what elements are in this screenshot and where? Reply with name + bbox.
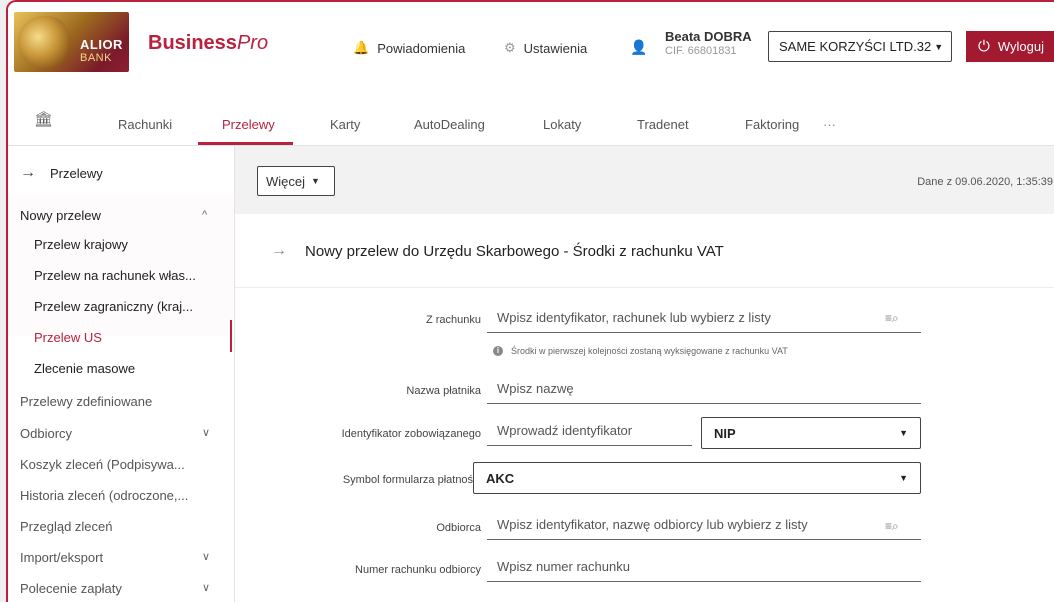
- chevron-down-icon[interactable]: ∨: [202, 426, 210, 439]
- sidebar-item-przelewy-zdefiniowane[interactable]: Przelewy zdefiniowane: [20, 394, 190, 409]
- payer-name-label: Nazwa płatnika: [406, 385, 481, 397]
- sidebar: → Przelewy Nowy przelew ^ Przelew krajow…: [8, 146, 235, 602]
- bell-icon: 🔔: [353, 40, 370, 55]
- user-cif: CIF. 66801831: [665, 45, 737, 57]
- chevron-up-icon[interactable]: ^: [202, 209, 207, 221]
- brand-business: Business: [148, 32, 237, 54]
- notifications-label: Powiadomienia: [377, 40, 466, 56]
- sidebar-item-przelew-us[interactable]: Przelew US: [34, 330, 228, 345]
- caret-down-icon: ▼: [899, 428, 908, 438]
- content-card: → Nowy przelew do Urzędu Skarbowego - Śr…: [235, 214, 1054, 602]
- sidebar-item-import-eksport[interactable]: Import/eksport: [20, 550, 190, 565]
- sidebar-top-label: Przelewy: [50, 165, 103, 181]
- sidebar-item-koszyk-zlecen[interactable]: Koszyk zleceń (Podpisywa...: [20, 457, 190, 472]
- obligor-id-label: Identyfikator zobowiązanego: [341, 428, 481, 440]
- arrow-right-icon: →: [271, 242, 287, 259]
- lion-emblem-icon: [18, 16, 68, 68]
- sidebar-item-przelew-zagraniczny[interactable]: Przelew zagraniczny (kraj...: [34, 299, 228, 314]
- page-title-text: Nowy przelew do Urzędu Skarbowego - Środ…: [305, 242, 724, 260]
- sidebar-item-przelew-krajowy[interactable]: Przelew krajowy: [34, 237, 228, 252]
- recipient-label: Odbiorca: [436, 522, 481, 534]
- header: ALIOR BANK BusinessPro 🔔 Powiadomienia ⚙…: [8, 2, 1054, 90]
- tab-przelewy[interactable]: Przelewy: [222, 117, 275, 132]
- from-account-input[interactable]: [487, 303, 921, 333]
- obligor-id-input[interactable]: [487, 416, 692, 446]
- page-title: → Nowy przelew do Urzędu Skarbowego - Śr…: [271, 242, 724, 260]
- form-symbol-select[interactable]: AKC ▼: [473, 462, 921, 494]
- caret-down-icon: ▼: [934, 41, 944, 52]
- form-symbol-label: Symbol formularza płatności: [342, 474, 481, 486]
- sidebar-item-odbiorcy[interactable]: Odbiorcy: [20, 426, 190, 441]
- brand-pro: Pro: [236, 32, 269, 54]
- settings-label: Ustawienia: [523, 40, 588, 56]
- alior-bank-logo[interactable]: ALIOR BANK: [14, 12, 129, 72]
- obligor-id-type-select[interactable]: NIP ▼: [701, 417, 921, 449]
- tab-karty[interactable]: Karty: [330, 117, 360, 132]
- recipient-input[interactable]: [487, 510, 921, 540]
- settings-link[interactable]: ⚙ Ustawienia: [504, 40, 587, 56]
- sidebar-group-nowy-przelew[interactable]: Nowy przelew: [20, 208, 190, 223]
- caret-down-icon: ▼: [899, 473, 908, 483]
- list-search-icon[interactable]: ≡⌕: [885, 519, 899, 534]
- main-nav: 🏛 Rachunki Przelewy Karty AutoDealing Lo…: [8, 90, 1054, 146]
- from-account-label: Z rachunku: [425, 314, 481, 326]
- businesspro-brand: BusinessPro: [148, 32, 268, 55]
- logo-text-alior: ALIOR: [80, 37, 123, 52]
- transfer-form: Z rachunku ≡⌕ i Środki w pierwszej kolej…: [235, 287, 1054, 602]
- chevron-down-icon[interactable]: ∨: [202, 550, 210, 563]
- active-item-indicator: [230, 320, 232, 352]
- info-icon: i: [493, 346, 503, 356]
- sidebar-item-zlecenie-masowe[interactable]: Zlecenie masowe: [34, 361, 228, 376]
- company-selector[interactable]: SAME KORZYŚCI LTD.32 ▼: [768, 31, 952, 62]
- tab-autodealing[interactable]: AutoDealing: [414, 117, 485, 132]
- sidebar-top-link[interactable]: → Przelewy: [20, 164, 103, 182]
- from-account-hint: i Środki w pierwszej kolejności zostaną …: [493, 346, 788, 356]
- user-name: Beata DOBRA: [665, 29, 752, 44]
- power-icon: ⏻: [978, 38, 990, 55]
- payer-name-input[interactable]: [487, 374, 921, 404]
- user-icon: 👤: [630, 39, 648, 55]
- sidebar-item-przelew-wlasny[interactable]: Przelew na rachunek włas...: [34, 268, 228, 283]
- company-name: SAME KORZYŚCI LTD.32: [779, 39, 932, 54]
- list-search-icon[interactable]: ≡⌕: [885, 311, 899, 326]
- logout-button[interactable]: ⏻ Wyloguj: [966, 31, 1054, 62]
- gear-icon: ⚙: [504, 40, 516, 55]
- tab-lokaty[interactable]: Lokaty: [543, 117, 581, 132]
- data-timestamp: Dane z 09.06.2020, 1:35:39: [917, 176, 1053, 188]
- hint-text: Środki w pierwszej kolejności zostaną wy…: [511, 346, 788, 356]
- sidebar-item-historia-zlecen[interactable]: Historia zleceń (odroczone,...: [20, 488, 190, 503]
- recipient-account-input[interactable]: [487, 552, 921, 582]
- tab-faktoring[interactable]: Faktoring: [745, 117, 799, 132]
- recipient-account-label: Numer rachunku odbiorcy: [355, 564, 481, 576]
- logo-text-bank: BANK: [80, 52, 112, 64]
- arrow-right-icon: →: [20, 164, 36, 181]
- obligor-id-type-value: NIP: [714, 425, 736, 441]
- more-tabs-icon[interactable]: ···: [823, 117, 836, 132]
- sidebar-item-polecenie-zaplaty[interactable]: Polecenie zapłaty: [20, 581, 190, 596]
- chevron-down-icon[interactable]: ∨: [202, 581, 210, 594]
- tab-rachunki[interactable]: Rachunki: [118, 117, 172, 132]
- logout-label: Wyloguj: [997, 39, 1044, 54]
- active-tab-underline: [198, 142, 293, 145]
- bank-building-icon[interactable]: 🏛: [34, 110, 53, 128]
- notifications-link[interactable]: 🔔 Powiadomienia: [353, 40, 465, 56]
- app-frame: ALIOR BANK BusinessPro 🔔 Powiadomienia ⚙…: [6, 0, 1054, 602]
- main-panel: Więcej ▼ Dane z 09.06.2020, 1:35:39 → No…: [235, 146, 1054, 602]
- tab-tradenet[interactable]: Tradenet: [637, 117, 689, 132]
- sidebar-item-przeglad-zlecen[interactable]: Przegląd zleceń: [20, 519, 190, 534]
- form-symbol-value: AKC: [486, 470, 515, 486]
